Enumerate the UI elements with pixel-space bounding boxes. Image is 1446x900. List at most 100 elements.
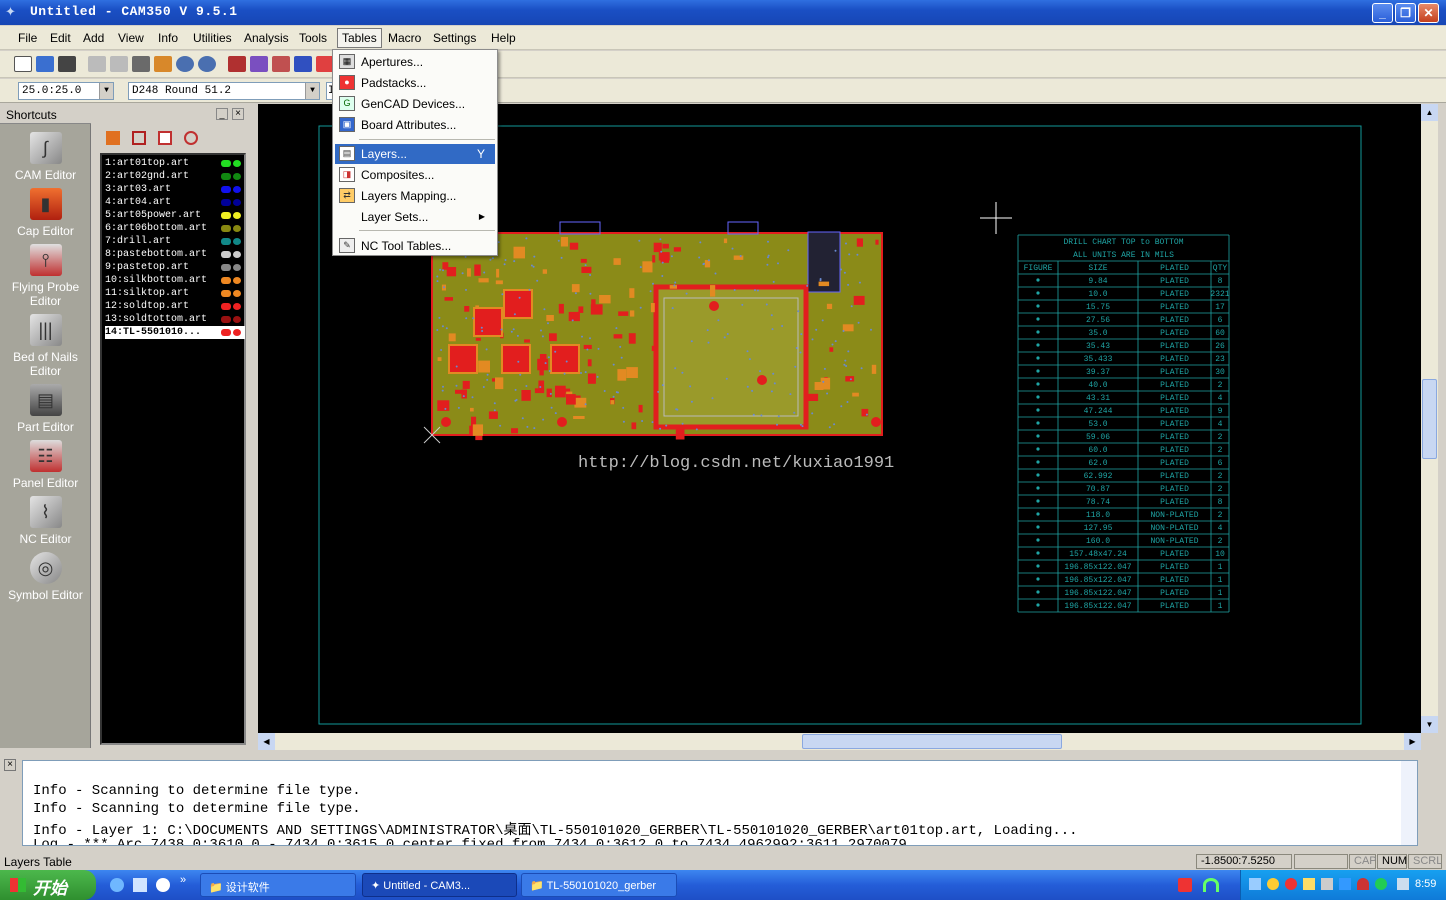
layer-color-swatch[interactable] bbox=[221, 251, 241, 259]
open-file-icon[interactable] bbox=[36, 56, 54, 72]
log-scrollbar[interactable] bbox=[1401, 761, 1417, 845]
menu-file[interactable]: File bbox=[18, 31, 37, 45]
layer-row[interactable]: 11:silktop.art bbox=[105, 287, 245, 300]
menu-help[interactable]: Help bbox=[491, 31, 516, 45]
layer-tool-3-icon[interactable] bbox=[158, 131, 172, 145]
layer-row[interactable]: 10:silkbottom.art bbox=[105, 274, 245, 287]
menu-item-layers[interactable]: ▤ Layers... Y bbox=[335, 144, 495, 164]
log-close-icon[interactable]: × bbox=[4, 759, 16, 771]
layer-row[interactable]: 13:soldtottom.art bbox=[105, 313, 245, 326]
layer-row[interactable]: 3:art03.art bbox=[105, 183, 245, 196]
menu-settings[interactable]: Settings bbox=[433, 31, 476, 45]
horizontal-scrollbar[interactable]: ◀ ▶ bbox=[258, 733, 1421, 750]
chevron-down-icon[interactable]: ▼ bbox=[305, 83, 319, 99]
shortcut-cap-editor[interactable]: ▮ Cap Editor bbox=[0, 188, 91, 238]
panel-close-icon[interactable]: × bbox=[232, 108, 244, 120]
menu-item-composites[interactable]: ◨ Composites... bbox=[335, 165, 495, 185]
shortcut-part-editor[interactable]: ▤ Part Editor bbox=[0, 384, 91, 434]
panel-minimize-icon[interactable]: _ bbox=[216, 108, 228, 120]
tray-misc-icon[interactable] bbox=[1397, 878, 1409, 890]
layer-row[interactable]: 5:art05power.art bbox=[105, 209, 245, 222]
layer-color-swatch[interactable] bbox=[221, 186, 241, 194]
layer-tool-2-icon[interactable] bbox=[132, 131, 146, 145]
layer-color-swatch[interactable] bbox=[221, 264, 241, 272]
layer-color-swatch[interactable] bbox=[221, 329, 241, 337]
menu-info[interactable]: Info bbox=[158, 31, 178, 45]
tray-red-icon[interactable] bbox=[1285, 878, 1297, 890]
shortcut-symbol-editor[interactable]: ◎ Symbol Editor bbox=[0, 552, 91, 602]
menu-macro[interactable]: Macro bbox=[388, 31, 421, 45]
layer-color-swatch[interactable] bbox=[221, 316, 241, 324]
chevron-down-icon[interactable]: ▼ bbox=[99, 83, 113, 99]
layer-color-swatch[interactable] bbox=[221, 303, 241, 311]
layer-row[interactable]: 14:TL-5501010... bbox=[105, 326, 245, 339]
layer-color-icon[interactable] bbox=[294, 56, 312, 72]
menu-item-nc-tool-tables[interactable]: ✎ NC Tool Tables... bbox=[335, 236, 495, 256]
layer-color-swatch[interactable] bbox=[221, 290, 241, 298]
scroll-down-icon[interactable]: ▼ bbox=[1421, 716, 1438, 733]
grid-icon[interactable] bbox=[250, 56, 268, 72]
layer-row[interactable]: 6:art06bottom.art bbox=[105, 222, 245, 235]
tray-chat-icon[interactable] bbox=[1303, 878, 1315, 890]
layer-color-swatch[interactable] bbox=[221, 238, 241, 246]
maximize-button[interactable]: ❐ bbox=[1395, 3, 1416, 23]
scroll-right-icon[interactable]: ▶ bbox=[1404, 733, 1421, 750]
layer-color-swatch[interactable] bbox=[221, 212, 241, 220]
aperture-select[interactable]: D248 Round 51.2 ▼ bbox=[128, 82, 320, 100]
task-gerber-folder[interactable]: 📁 TL-550101020_gerber bbox=[521, 873, 677, 897]
layer-color-swatch[interactable] bbox=[221, 173, 241, 181]
shortcut-flying-probe[interactable]: ⫯ Flying Probe Editor bbox=[0, 244, 91, 308]
scroll-up-icon[interactable]: ▲ bbox=[1421, 104, 1438, 121]
layer-row[interactable]: 4:art04.art bbox=[105, 196, 245, 209]
wifi-icon[interactable] bbox=[1203, 878, 1219, 892]
clock[interactable]: 8:59 bbox=[1415, 878, 1436, 890]
layer-row[interactable]: 2:art02gnd.art bbox=[105, 170, 245, 183]
ie-icon[interactable] bbox=[110, 878, 124, 892]
horizontal-scroll-thumb[interactable] bbox=[802, 734, 1062, 749]
menu-add[interactable]: Add bbox=[83, 31, 104, 45]
save-icon[interactable] bbox=[58, 56, 76, 72]
desktop-icon[interactable] bbox=[133, 878, 147, 892]
menu-item-apertures[interactable]: ▦ Apertures... bbox=[335, 52, 495, 72]
menu-analysis[interactable]: Analysis bbox=[244, 31, 289, 45]
menu-view[interactable]: View bbox=[118, 31, 144, 45]
menu-tools[interactable]: Tools bbox=[299, 31, 327, 45]
snap-icon[interactable] bbox=[228, 56, 246, 72]
zoom-out-icon[interactable] bbox=[198, 56, 216, 72]
menu-edit[interactable]: Edit bbox=[50, 31, 71, 45]
new-file-icon[interactable] bbox=[14, 56, 32, 72]
tray-network-icon[interactable] bbox=[1249, 878, 1261, 890]
menu-item-gencad[interactable]: G GenCAD Devices... bbox=[335, 94, 495, 114]
task-cam350[interactable]: ✦ Untitled - CAM3... bbox=[362, 873, 517, 897]
app-icon[interactable]: ✦ bbox=[5, 5, 21, 19]
menu-tables[interactable]: Tables bbox=[337, 28, 382, 48]
layer-row[interactable]: 12:soldtop.art bbox=[105, 300, 245, 313]
layer-tool-4-icon[interactable] bbox=[184, 131, 198, 145]
tray-volume-icon[interactable] bbox=[1339, 878, 1351, 890]
tray-shield-icon[interactable] bbox=[1357, 878, 1369, 890]
vertical-scrollbar[interactable]: ▲ ▼ bbox=[1421, 104, 1438, 733]
redo-icon[interactable] bbox=[110, 56, 128, 72]
layer-row[interactable]: 1:art01top.art bbox=[105, 157, 245, 170]
layer-row[interactable]: 9:pastetop.art bbox=[105, 261, 245, 274]
layer-color-swatch[interactable] bbox=[221, 199, 241, 207]
layer-row[interactable]: 7:drill.art bbox=[105, 235, 245, 248]
layer-color-swatch[interactable] bbox=[221, 277, 241, 285]
tray-qq-icon[interactable] bbox=[1267, 878, 1279, 890]
layer-tool-1-icon[interactable] bbox=[106, 131, 120, 145]
zoom-in-icon[interactable] bbox=[176, 56, 194, 72]
layer-row[interactable]: 8:pastebottom.art bbox=[105, 248, 245, 261]
shortcut-panel-editor[interactable]: ☷ Panel Editor bbox=[0, 440, 91, 490]
minimize-button[interactable]: _ bbox=[1372, 3, 1393, 23]
tray-monitor-icon[interactable] bbox=[1321, 878, 1333, 890]
zoom-scale-select[interactable]: 25.0:25.0 ▼ bbox=[18, 82, 114, 100]
antivirus-icon[interactable] bbox=[1178, 878, 1192, 892]
undo-icon[interactable] bbox=[88, 56, 106, 72]
zoom-window-icon[interactable] bbox=[132, 56, 150, 72]
media-icon[interactable] bbox=[156, 878, 170, 892]
scroll-left-icon[interactable]: ◀ bbox=[258, 733, 275, 750]
tray-security-icon[interactable] bbox=[1375, 878, 1387, 890]
menu-item-padstacks[interactable]: ● Padstacks... bbox=[335, 73, 495, 93]
menu-item-layers-mapping[interactable]: ⇄ Layers Mapping... bbox=[335, 186, 495, 206]
menu-item-board-attributes[interactable]: ▣ Board Attributes... bbox=[335, 115, 495, 135]
